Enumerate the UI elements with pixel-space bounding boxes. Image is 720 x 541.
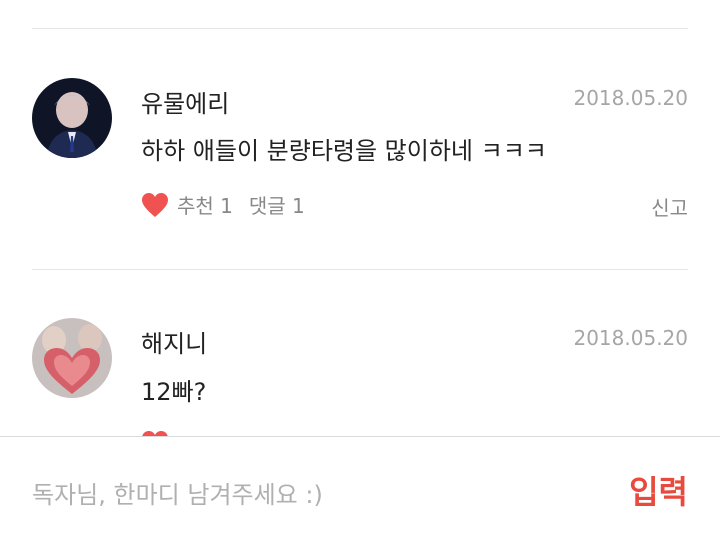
comment-actions: 추천 1 댓글 1 xyxy=(141,190,305,219)
comment-nickname: 유물에리 xyxy=(141,90,230,118)
comment-date: 2018.05.20 xyxy=(573,86,688,110)
comment-input-bar: 독자님, 한마디 남겨주세요 :) 입력 xyxy=(0,436,720,541)
submit-button[interactable]: 입력 xyxy=(629,467,688,513)
comment-text: 12빠? xyxy=(141,378,207,406)
heart-icon[interactable] xyxy=(141,192,169,218)
like-button[interactable]: 추천 1 xyxy=(177,190,233,219)
comment-date: 2018.05.20 xyxy=(573,326,688,350)
avatar[interactable] xyxy=(32,318,112,398)
reply-button[interactable]: 댓글 1 xyxy=(249,190,305,219)
top-divider xyxy=(32,28,688,29)
comment-nickname: 해지니 xyxy=(141,330,208,358)
avatar[interactable] xyxy=(32,78,112,158)
comment-input[interactable]: 독자님, 한마디 남겨주세요 :) xyxy=(32,475,323,510)
comment-divider xyxy=(32,269,688,270)
report-button[interactable]: 신고 xyxy=(651,192,688,221)
comment-text: 하하 애들이 분량타령을 많이하네 ㅋㅋㅋ xyxy=(141,137,547,165)
